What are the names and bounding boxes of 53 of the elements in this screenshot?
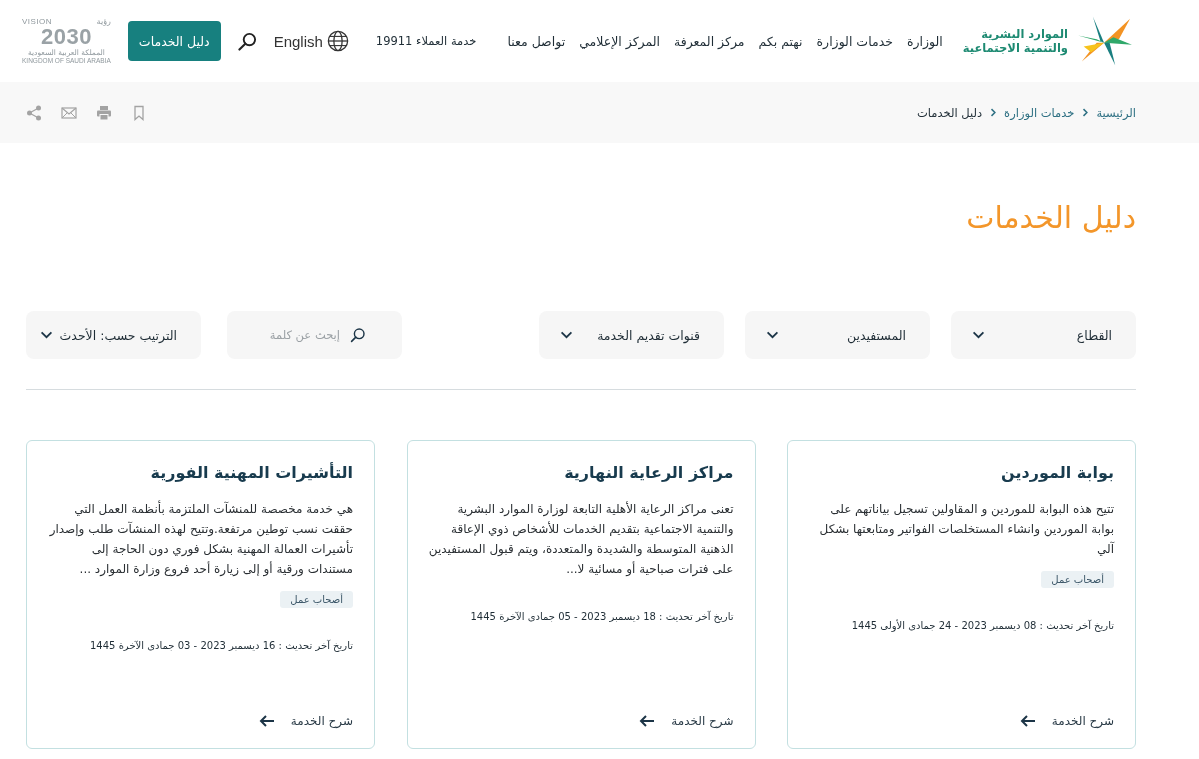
service-details-link[interactable]: شرح الخدمة [639,714,734,728]
sort-dropdown[interactable]: الترتيب حسب: الأحدث [26,311,201,359]
arrow-left-icon [639,715,656,727]
services-guide-button[interactable]: دليل الخدمات [127,21,221,61]
card-description: تعنى مراكز الرعاية الأهلية التابعة لوزارة الموارد البشرية والتنمية الاجتماعية بتقديم الخدمات للأشخاص ذوي الإعاقة الذهنية المتوسطة والشديدة والمتعددة، ويتم قبول المستفيدين على فترات صباحية أو مسائية لا... [428,500,734,579]
filter-dropdown[interactable]: المستفيدين [745,311,930,359]
service-details-link[interactable]: شرح الخدمة [1019,714,1114,728]
last-updated-date: تاريخ آخر تحديث : 08 ديسمبر 2023 - 24 جمادى الأولى 1445 [850,620,1114,631]
nav-link[interactable]: نهتم بكم [758,33,803,49]
filter-dropdown[interactable]: قنوات تقديم الخدمة [539,311,724,359]
bookmark-icon[interactable] [131,104,147,121]
chevron-down-icon [560,331,573,339]
card-title: التأشيرات المهنية الفورية [149,461,353,484]
nav-link[interactable]: الوزارة [906,33,943,49]
arrow-left-icon [258,715,275,727]
service-details-link[interactable]: شرح الخدمة [258,714,353,728]
card-description: هي خدمة مخصصة للمنشآت الملتزمة بأنظمة العمل التي حققت نسب توطين مرتفعة.وتتيح لهذه المنشآت طلب وإصدار تأشيرات العمالة المهنية بشكل فوري دون الحاجة إلى مستندات ورقية أو إلى زيارة أحد فروع وزارة الموارد ... [48,499,353,579]
nav-link[interactable]: خدمات الوزارة [816,33,893,49]
language-link[interactable]: English [273,30,349,52]
print-icon[interactable] [96,104,112,121]
card-title: بوابة الموردين [1000,462,1114,484]
ministry-name: الموارد البشرية [980,27,1068,41]
vision-logo-text: VISION [22,18,53,26]
breadcrumb-link[interactable]: خدمات الوزارة [1004,105,1075,120]
nav-link[interactable]: تواصل معنا [507,33,566,49]
search-field[interactable]: إبحث عن كلمة [227,311,402,359]
ministry-name: والتنمية الاجتماعية [962,41,1068,55]
card-title: مراكز الرعاية النهارية [563,462,734,484]
customer-service-link[interactable]: خدمة العملاء 19911 [375,34,477,48]
chevron-down-icon [972,331,985,339]
audience-tag: أصحاب عمل [280,591,353,608]
nav-link[interactable]: المركز الإعلامي [579,33,660,49]
vision-logo-year: 2030 [40,26,92,48]
breadcrumb-link[interactable]: الرئيسية [1096,105,1136,120]
chevron-icon [1082,108,1089,117]
last-updated-date: تاريخ آخر تحديث : 16 ديسمبر 2023 - 03 جمادى الآخرة 1445 [89,640,353,651]
search-icon[interactable] [237,31,257,51]
card-description: تتيح هذه البوابة للموردين و المقاولين تسجيل بياناتهم على بوابة الموردين وانشاء المستخلصات الفواتير ومتابعتها بشكل آلي [818,501,1114,558]
breadcrumb-link[interactable]: دليل الخدمات [917,105,983,120]
vision-logo-text: رؤية [96,18,111,26]
mail-icon[interactable] [61,104,77,121]
chevron-down-icon [766,331,779,339]
globe-icon [326,30,349,52]
filter-dropdown[interactable]: القطاع [951,311,1136,359]
search-icon [350,327,366,343]
chevron-down-icon [40,331,53,339]
audience-tag: أصحاب عمل [1041,571,1114,588]
page-title: دليل الخدمات [965,199,1136,237]
arrow-left-icon [1019,715,1036,727]
nav-link[interactable]: مركز المعرفة [674,33,745,49]
chevron-icon [990,108,997,117]
last-updated-date: تاريخ آخر تحديث : 18 ديسمبر 2023 - 05 جمادى الآخرة 1445 [469,611,734,622]
share-icon[interactable] [26,104,42,121]
